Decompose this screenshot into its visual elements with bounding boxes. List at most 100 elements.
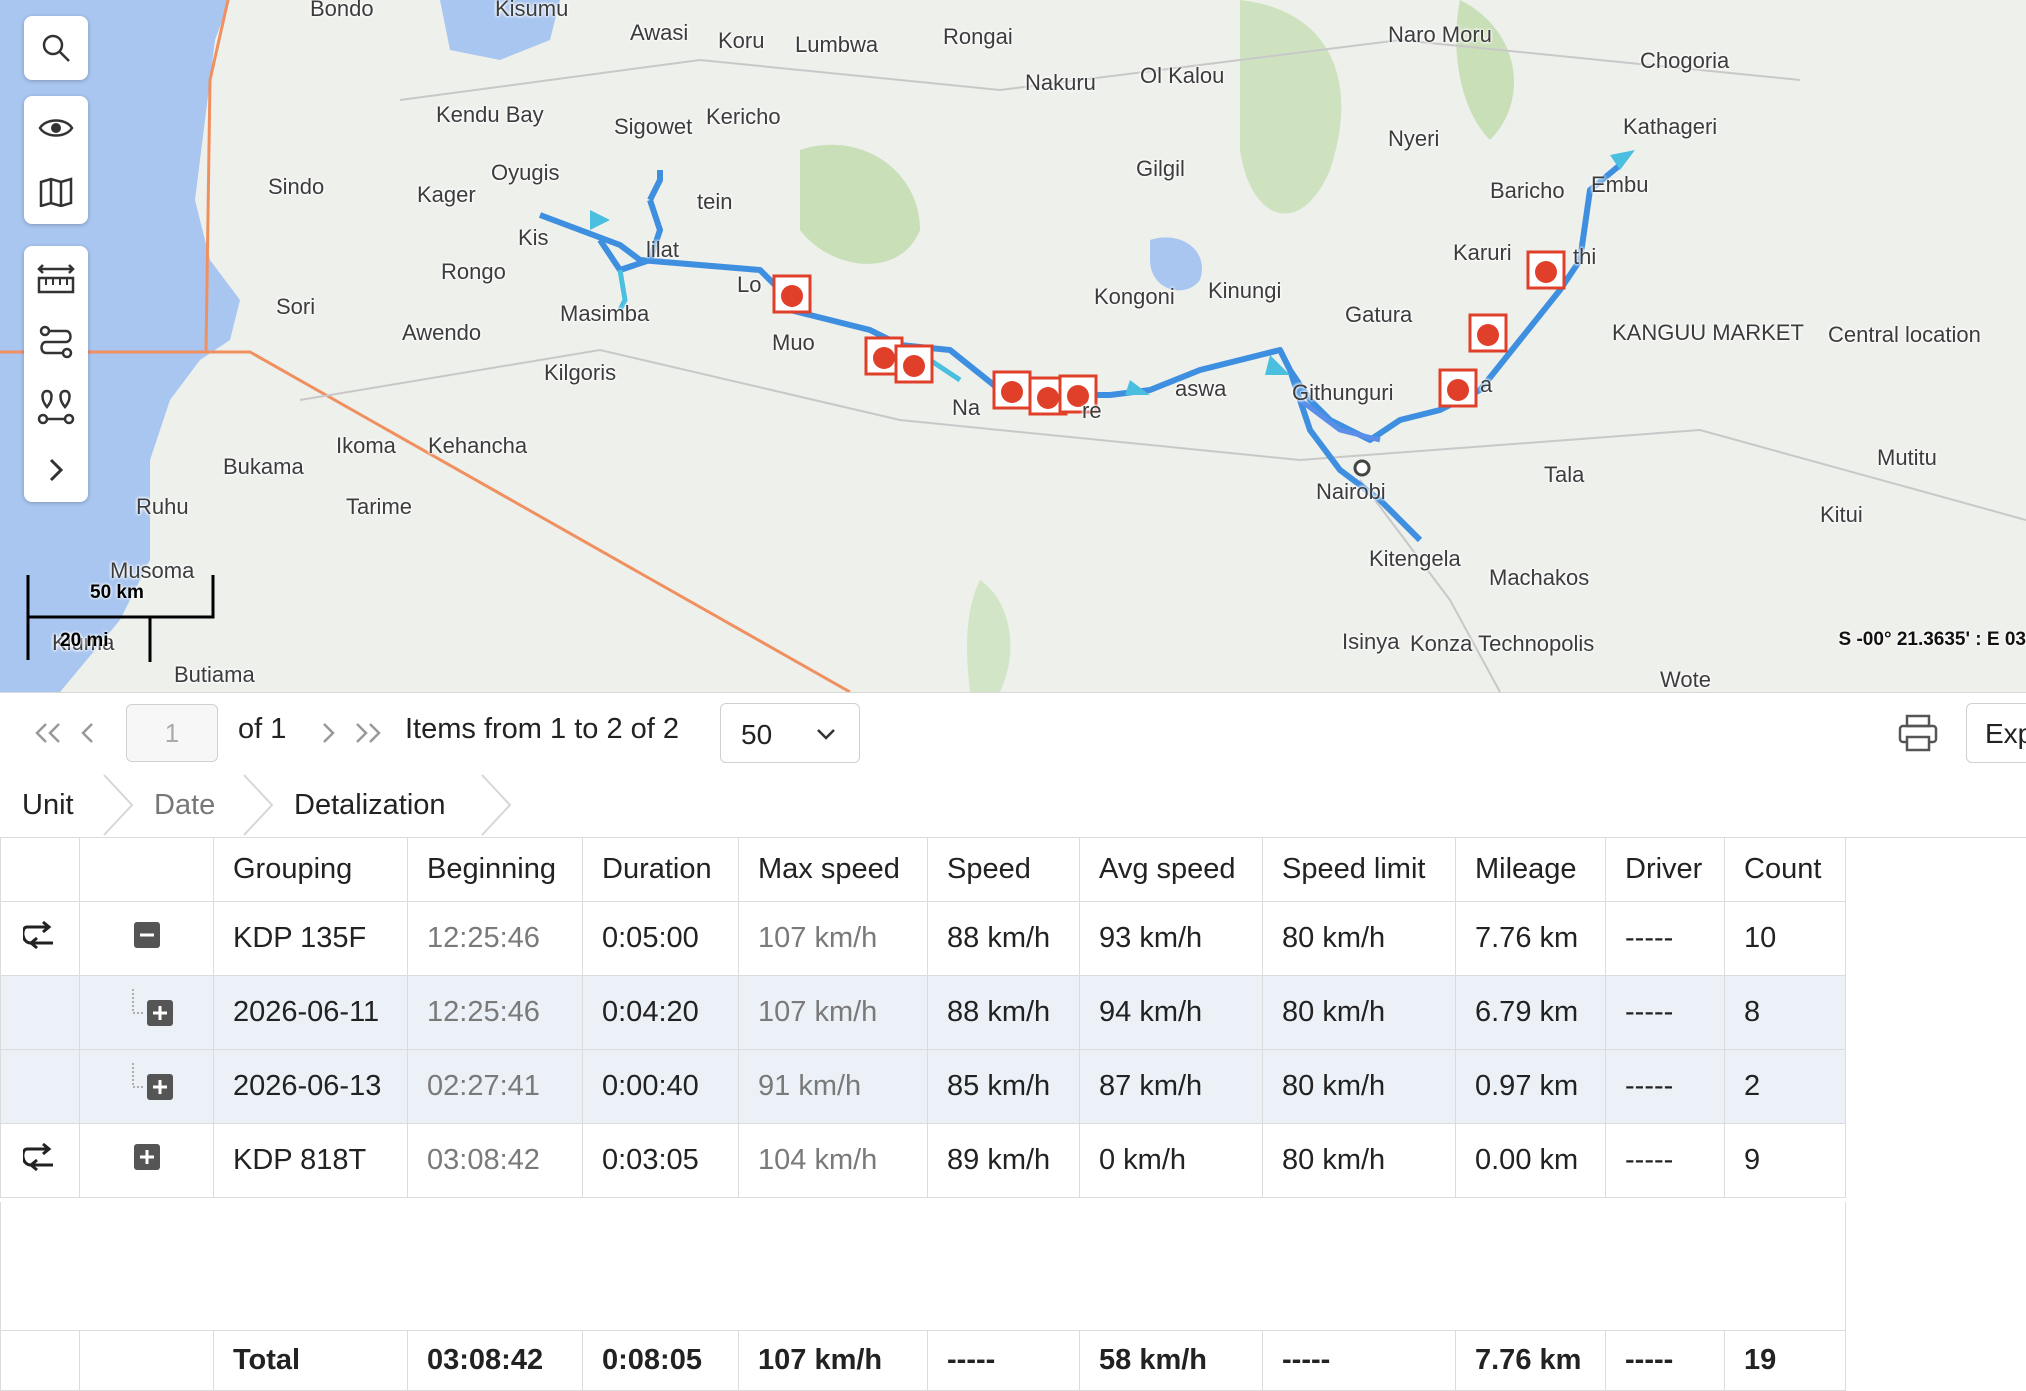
cell-grouping: 2026-06-13 [213, 1049, 408, 1124]
map-label: Rongo [441, 259, 506, 284]
empty-cell [0, 975, 80, 1050]
map-label: Kis [518, 225, 549, 250]
expand-toolbar-button[interactable] [24, 438, 88, 502]
route-track [647, 170, 663, 202]
map-view[interactable]: Bondo Kisumu Awasi Koru Lumbwa Rongai Na… [0, 0, 2026, 692]
cell-beginning: 03:08:42 [407, 1123, 583, 1198]
col-header[interactable]: Speed limit [1262, 837, 1456, 902]
cell-max-speed: 107 km/h [738, 901, 928, 976]
map-label: Oyugis [491, 160, 560, 185]
breadcrumb-separator [243, 774, 274, 836]
cursor-coordinates: S -00° 21.3635' : E 03 [1838, 629, 2026, 650]
map-label: Wote [1660, 667, 1711, 692]
event-marker-dot [1535, 261, 1557, 283]
table-row[interactable]: 2026-06-13 02:27:41 0:00:40 91 km/h 85 k… [0, 1049, 1846, 1124]
map-label: Lumbwa [795, 32, 879, 57]
total-label: Total [213, 1330, 408, 1391]
map-label: Butiama [174, 662, 255, 687]
event-marker-dot [1037, 387, 1059, 409]
search-button[interactable] [24, 16, 88, 80]
cell-beginning: 02:27:41 [407, 1049, 583, 1124]
breadcrumb-date[interactable]: Date [154, 789, 215, 822]
collapse-cell[interactable] [79, 901, 214, 976]
table-row[interactable]: KDP 818T 03:08:42 0:03:05 104 km/h 89 km… [0, 1123, 1846, 1198]
col-header[interactable]: Count [1724, 837, 1846, 902]
last-page-button[interactable] [350, 715, 386, 751]
map-label: Sori [276, 294, 316, 319]
map-label: Kager [417, 182, 476, 207]
map-label: Baricho [1490, 178, 1565, 203]
map-label: Awendo [402, 320, 482, 345]
chevron-right-icon [49, 458, 64, 482]
forest-patch [800, 144, 920, 264]
items-per-page-select[interactable]: 50 [720, 703, 860, 763]
event-marker-dot [873, 347, 895, 369]
map-canvas[interactable] [0, 0, 2026, 692]
print-button[interactable] [1896, 711, 1940, 755]
event-marker-dot [781, 285, 803, 307]
map-label: Kendu Bay [436, 102, 544, 127]
col-header[interactable]: Speed [927, 837, 1080, 902]
cell-speed: 85 km/h [927, 1049, 1080, 1124]
table-row[interactable]: KDP 135F 12:25:46 0:05:00 107 km/h 88 km… [0, 901, 1846, 976]
map-label: Nakuru [1025, 70, 1096, 95]
map-label: Musoma [110, 558, 195, 583]
visibility-button[interactable] [24, 96, 88, 160]
map-layers-button[interactable] [24, 160, 88, 224]
cell-mileage: 6.79 km [1455, 975, 1606, 1050]
col-header[interactable]: Max speed [738, 837, 928, 902]
map-label: Kehancha [428, 433, 528, 458]
total-max-speed: 107 km/h [738, 1330, 928, 1391]
map-label: Chogoria [1640, 48, 1730, 73]
forest-patch [1240, 0, 1342, 214]
map-label: Tarime [346, 494, 413, 519]
measure-button[interactable] [24, 246, 88, 310]
forest-patch [967, 580, 1011, 692]
cell-grouping: 2026-06-11 [213, 975, 408, 1050]
table-row[interactable]: 2026-06-11 12:25:46 0:04:20 107 km/h 88 … [0, 975, 1846, 1050]
expand-cell[interactable] [79, 975, 214, 1050]
breadcrumb-separator [103, 774, 134, 836]
expand-cell[interactable] [79, 1049, 214, 1124]
col-header[interactable]: Mileage [1455, 837, 1606, 902]
col-header[interactable]: Duration [582, 837, 739, 902]
layers-toolbox [24, 96, 88, 224]
breadcrumb-detalization[interactable]: Detalization [294, 789, 446, 822]
map-label: Gatura [1345, 302, 1413, 327]
map-label: Ol Kalou [1140, 63, 1225, 88]
next-page-button[interactable] [310, 715, 346, 751]
breadcrumb-separator [481, 774, 512, 836]
track-toggle-cell[interactable] [0, 1123, 80, 1198]
col-header[interactable]: Beginning [407, 837, 583, 902]
table-totals: Total 03:08:42 0:08:05 107 km/h ----- 58… [0, 1330, 1846, 1391]
map-label: KANGUU MARKET [1612, 320, 1804, 345]
map-label: re [1082, 398, 1102, 423]
track-toggle-cell[interactable] [0, 901, 80, 976]
double-chevron-right-icon [356, 723, 381, 743]
expand-icon [133, 1143, 160, 1170]
empty-cell [0, 1049, 80, 1124]
breadcrumb: Unit Date Detalization [0, 773, 2026, 838]
markers-button[interactable] [24, 374, 88, 438]
search-toolbox [24, 16, 88, 80]
cell-max-speed: 107 km/h [738, 975, 928, 1050]
route-button[interactable] [24, 310, 88, 374]
chevron-down-icon [817, 729, 835, 740]
col-header[interactable]: Driver [1605, 837, 1725, 902]
cell-max-speed: 91 km/h [738, 1049, 928, 1124]
expand-cell[interactable] [79, 1123, 214, 1198]
map-label: a [1480, 372, 1493, 397]
markers-icon [37, 389, 75, 425]
breadcrumb-unit[interactable]: Unit [22, 789, 74, 822]
empty-cell [0, 1330, 80, 1391]
prev-page-button[interactable] [70, 715, 106, 751]
col-header[interactable]: Grouping [213, 837, 408, 902]
tools-toolbox [24, 246, 88, 502]
col-header[interactable]: Avg speed [1079, 837, 1263, 902]
export-button[interactable]: Exp [1966, 703, 2026, 763]
map-label: Konza Technopolis [1410, 631, 1595, 656]
page-number-input[interactable] [126, 704, 218, 762]
report-table: Grouping Beginning Duration Max speed Sp… [0, 837, 2026, 1198]
first-page-button[interactable] [30, 715, 66, 751]
cell-count: 8 [1724, 975, 1846, 1050]
